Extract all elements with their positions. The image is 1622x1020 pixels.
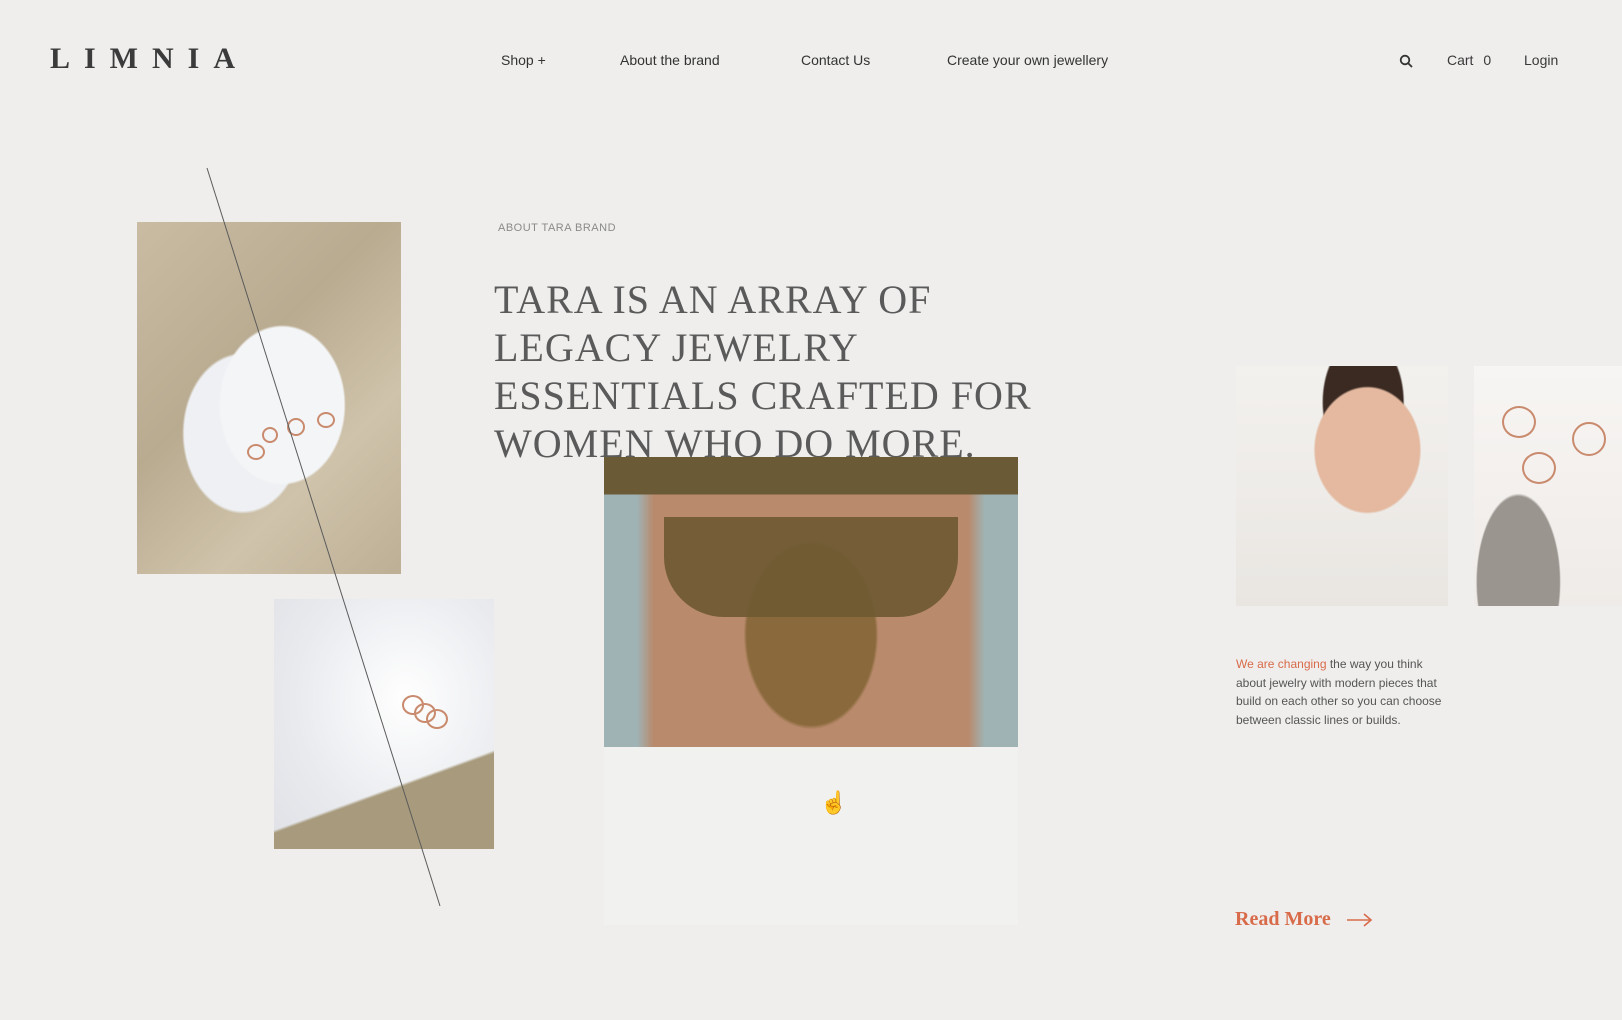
- model-portrait-image: [1236, 366, 1448, 606]
- read-more-label: Read More: [1235, 908, 1331, 930]
- arrow-right-icon: [1346, 912, 1372, 927]
- brand-description: We are changing the way you think about …: [1236, 655, 1448, 729]
- bra-shape: [664, 517, 958, 617]
- hero-headline: TARA IS AN ARRAY OF LEGACY JEWELRY ESSEN…: [494, 277, 1032, 466]
- description-accent: We are changing: [1236, 657, 1327, 671]
- model-back-image: [604, 457, 1018, 925]
- hand-cursor-icon: ☝: [820, 790, 848, 815]
- rings-closeup-image: [1474, 366, 1622, 606]
- read-more-link[interactable]: Read More: [1235, 908, 1373, 931]
- section-eyebrow: ABOUT TARA BRAND: [498, 222, 617, 234]
